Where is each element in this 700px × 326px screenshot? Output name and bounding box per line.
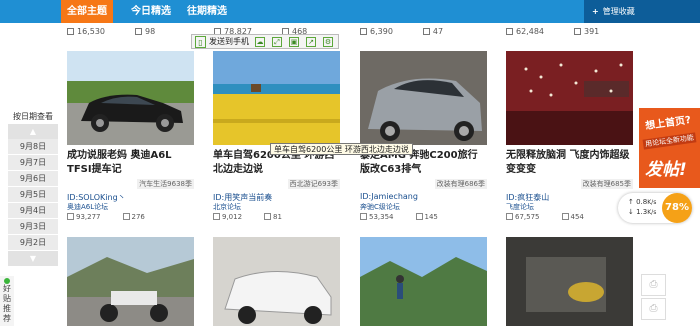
replies-icon xyxy=(264,213,272,220)
card-image[interactable] xyxy=(67,51,194,145)
card-category[interactable]: 汽车生活9638季 xyxy=(137,179,194,189)
card-category[interactable]: 西北游记693季 xyxy=(287,179,340,189)
card-author[interactable]: ID:Jamiechang xyxy=(360,192,418,201)
topic-card-image[interactable] xyxy=(360,237,487,326)
download-speed: ↓ 1.3K/s xyxy=(628,208,657,216)
card-stats: 93,277 276 xyxy=(67,213,145,221)
replies-icon xyxy=(415,213,423,220)
date-item[interactable]: 9月3日 xyxy=(8,219,58,235)
card-stats: 9,012 81 xyxy=(213,213,282,221)
card-forum[interactable]: 飞度论坛 xyxy=(506,202,534,212)
card-category[interactable]: 改装有理685季 xyxy=(580,179,633,189)
topic-card-image[interactable] xyxy=(213,237,340,326)
share-icon[interactable]: ↗ xyxy=(306,37,316,47)
plus-icon: + xyxy=(592,7,599,16)
date-item[interactable]: 9月5日 xyxy=(8,187,58,203)
expand-icon[interactable]: ⤢ xyxy=(272,37,282,47)
card-forum[interactable]: 奥迪A6L论坛 xyxy=(67,202,108,212)
phone-icon[interactable]: ▯ xyxy=(195,36,206,48)
date-rail-heading: 按日期查看 xyxy=(13,112,53,121)
date-item[interactable]: 9月4日 xyxy=(8,203,58,219)
promo-banner[interactable]: 想上首页? 用论坛全新功能 发帖! xyxy=(639,108,700,188)
views-icon xyxy=(360,28,367,35)
rail-up-arrow-icon[interactable]: ▲ xyxy=(8,124,58,139)
date-item[interactable]: 9月8日 xyxy=(8,139,58,155)
top-nav: 全部主题 今日精选 往期精选 + 管理收藏 xyxy=(0,0,700,23)
topic-card-image[interactable] xyxy=(67,237,194,326)
upload-speed: ↑ 0.8K/s xyxy=(628,198,657,206)
card-stats: 67,575 454 xyxy=(506,213,584,221)
tab-today-picks[interactable]: 今日精选 xyxy=(131,0,171,23)
card-title[interactable]: 成功说服老妈 奥迪A6L TFSI提车记 xyxy=(67,149,194,177)
topic-card-image[interactable] xyxy=(506,237,633,326)
prev-stats-1: 16,530 98 xyxy=(67,27,155,37)
views-icon xyxy=(213,213,220,220)
views-icon xyxy=(67,213,74,220)
title-tooltip: 单车自驾6200公里 环游西北边走边说 xyxy=(270,143,413,155)
settings-icon[interactable]: ⚙ xyxy=(323,37,333,47)
replies-icon xyxy=(122,213,130,220)
card-forum[interactable]: 奔驰C级论坛 xyxy=(360,202,400,212)
views-icon xyxy=(506,213,513,220)
tab-past-picks[interactable]: 往期精选 xyxy=(187,0,227,23)
online-dot-icon xyxy=(4,278,10,284)
card-image[interactable] xyxy=(360,51,487,145)
replies-icon xyxy=(422,28,430,35)
tab-all-topics[interactable]: 全部主题 xyxy=(61,0,113,23)
page: 16,530 98 78,827 468 6,390 47 62,484 391 全部主… xyxy=(0,0,700,326)
card-image[interactable] xyxy=(506,51,633,145)
prev-stats-4: 62,484 391 xyxy=(506,27,599,37)
date-item[interactable]: 9月2日 xyxy=(8,235,58,251)
recommend-tab[interactable]: 好贴推荐 xyxy=(0,276,14,326)
card-title[interactable]: 无限释放脑洞 飞度内饰超级变变变 xyxy=(506,149,633,177)
rail-down-arrow-icon[interactable]: ▼ xyxy=(8,251,58,266)
replies-icon xyxy=(574,28,581,35)
back-to-top-icon[interactable]: ⎙ xyxy=(641,298,666,320)
replies-icon xyxy=(135,28,142,35)
manage-favorites-button[interactable]: + 管理收藏 xyxy=(584,0,700,23)
card-forum[interactable]: 北京论坛 xyxy=(213,202,241,212)
share-toolbar: ▯ 发送到手机 ☁ ⤢ ▣ ↗ ⚙ xyxy=(191,34,339,49)
network-speed-widget[interactable]: ↑ 0.8K/s ↓ 1.3K/s 78% xyxy=(618,193,692,223)
views-icon xyxy=(67,28,74,35)
card-stats: 53,354 145 xyxy=(360,213,438,221)
save-icon[interactable]: ▣ xyxy=(289,37,299,47)
send-to-phone-button[interactable]: 发送到手机 xyxy=(209,36,249,48)
feedback-icon[interactable]: ⎙ xyxy=(641,274,666,296)
date-item[interactable]: 9月6日 xyxy=(8,171,58,187)
date-rail: 按日期查看 ▲ 9月8日 9月7日 9月6日 9月5日 9月4日 9月3日 9月… xyxy=(8,110,58,266)
views-icon xyxy=(360,213,367,220)
date-item[interactable]: 9月7日 xyxy=(8,155,58,171)
card-image[interactable] xyxy=(213,51,340,145)
replies-icon xyxy=(561,213,569,220)
prev-stats-3: 6,390 47 xyxy=(360,27,443,37)
card-category[interactable]: 改装有理686季 xyxy=(434,179,487,189)
cloud-icon[interactable]: ☁ xyxy=(255,37,265,47)
memory-usage-badge: 78% xyxy=(662,193,692,223)
views-icon xyxy=(506,28,513,35)
